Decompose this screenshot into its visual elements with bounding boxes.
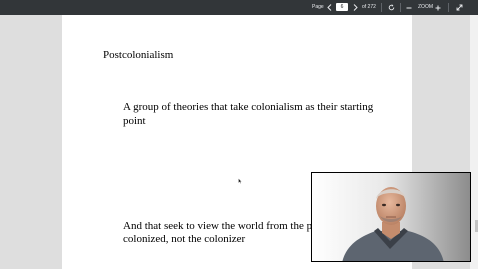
page-total: of 272 (362, 4, 376, 10)
bullet-text-line: colonized, not the colonizer (123, 233, 246, 245)
chevron-right-icon[interactable] (351, 0, 359, 15)
presenter-video-frame (312, 173, 470, 261)
zoom-label: ZOOM (418, 4, 433, 10)
page-number-input[interactable]: 6 (336, 3, 348, 11)
rotate-icon[interactable] (386, 0, 396, 15)
bullet-text-line: A group of theories that take colonialis… (123, 101, 374, 113)
plus-icon[interactable] (434, 0, 442, 15)
mouse-cursor-icon (238, 178, 242, 184)
expand-icon[interactable] (454, 0, 464, 15)
presenter-video-overlay[interactable] (311, 172, 471, 262)
page-label: Page (312, 4, 324, 10)
minus-icon[interactable] (405, 0, 413, 15)
chevron-left-icon[interactable] (325, 0, 333, 15)
page-heading: Postcolonialism (103, 49, 174, 61)
toolbar-divider (381, 3, 382, 12)
pdf-toolbar: Page 6 of 272 ZOOM (0, 0, 478, 15)
bullet-text-line: And that seek to view the world from the… (123, 220, 325, 232)
toolbar-divider (448, 3, 449, 12)
bullet-text-line: point (123, 115, 146, 127)
toolbar-divider (400, 3, 401, 12)
